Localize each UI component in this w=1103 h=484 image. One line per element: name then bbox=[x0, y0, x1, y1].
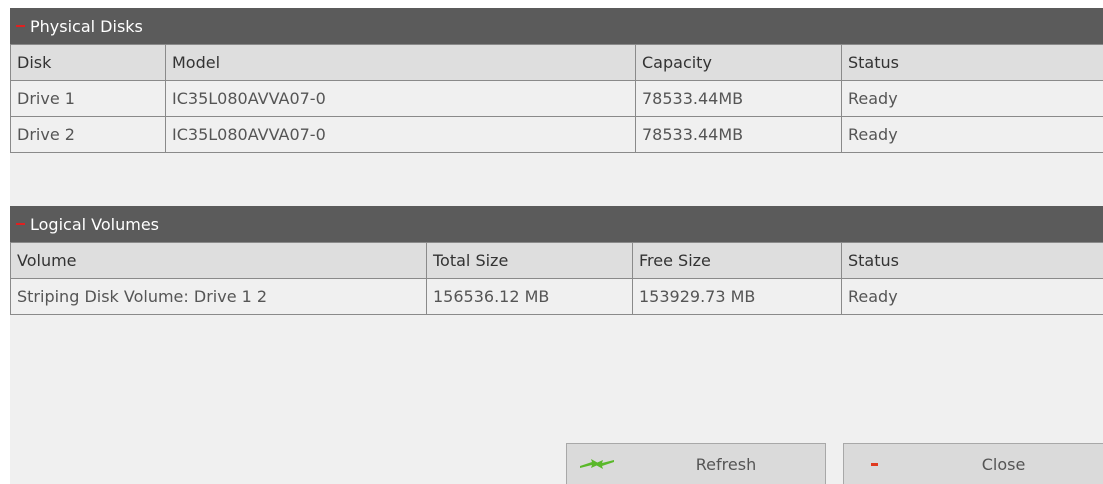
collapse-minus-icon[interactable] bbox=[16, 223, 25, 225]
free-size-cell: 153929.73 MB bbox=[632, 278, 842, 315]
status-cell: Ready bbox=[841, 278, 1103, 315]
capacity-cell: 78533.44MB bbox=[635, 116, 842, 153]
physical-disks-panel: Physical Disks Disk Model Capacity Statu… bbox=[10, 8, 1103, 153]
logical-volumes-title: Logical Volumes bbox=[30, 214, 159, 234]
window-top-edge bbox=[0, 0, 1103, 8]
column-header-status: Status bbox=[841, 44, 1103, 81]
table-header-row: Volume Total Size Free Size Status bbox=[10, 242, 1103, 279]
column-header-model: Model bbox=[165, 44, 636, 81]
close-label: Close bbox=[981, 454, 1026, 474]
column-header-volume: Volume bbox=[10, 242, 427, 279]
disk-cell: Drive 1 bbox=[10, 80, 166, 117]
refresh-label: Refresh bbox=[695, 454, 757, 474]
column-header-disk: Disk bbox=[10, 44, 166, 81]
physical-disks-header[interactable]: Physical Disks bbox=[10, 8, 1103, 44]
status-cell: Ready bbox=[841, 116, 1103, 153]
minus-icon bbox=[870, 462, 878, 466]
close-button[interactable]: Close bbox=[843, 443, 1103, 484]
refresh-icon-wrap bbox=[567, 457, 627, 471]
model-cell: IC35L080AVVA07-0 bbox=[165, 116, 636, 153]
table-row[interactable]: Striping Disk Volume: Drive 1 2 156536.1… bbox=[10, 278, 1103, 315]
close-icon-wrap bbox=[844, 462, 904, 466]
disk-cell: Drive 2 bbox=[10, 116, 166, 153]
column-header-status: Status bbox=[841, 242, 1103, 279]
table-header-row: Disk Model Capacity Status bbox=[10, 44, 1103, 81]
physical-disks-title: Physical Disks bbox=[30, 16, 143, 36]
column-header-capacity: Capacity bbox=[635, 44, 842, 81]
capacity-cell: 78533.44MB bbox=[635, 80, 842, 117]
volume-cell: Striping Disk Volume: Drive 1 2 bbox=[10, 278, 427, 315]
column-header-free-size: Free Size bbox=[632, 242, 842, 279]
logical-volumes-header[interactable]: Logical Volumes bbox=[10, 206, 1103, 242]
table-row[interactable]: Drive 2 IC35L080AVVA07-0 78533.44MB Read… bbox=[10, 116, 1103, 153]
collapse-minus-icon[interactable] bbox=[16, 25, 25, 27]
table-row[interactable]: Drive 1 IC35L080AVVA07-0 78533.44MB Read… bbox=[10, 80, 1103, 117]
physical-disks-table: Disk Model Capacity Status Drive 1 IC35L… bbox=[10, 44, 1103, 153]
column-header-total-size: Total Size bbox=[426, 242, 633, 279]
refresh-arrows-icon bbox=[580, 459, 614, 469]
logical-volumes-panel: Logical Volumes Volume Total Size Free S… bbox=[10, 206, 1103, 315]
logical-volumes-table: Volume Total Size Free Size Status Strip… bbox=[10, 242, 1103, 315]
refresh-button[interactable]: Refresh bbox=[566, 443, 826, 484]
window-left-edge bbox=[0, 0, 10, 484]
model-cell: IC35L080AVVA07-0 bbox=[165, 80, 636, 117]
total-size-cell: 156536.12 MB bbox=[426, 278, 633, 315]
status-cell: Ready bbox=[841, 80, 1103, 117]
